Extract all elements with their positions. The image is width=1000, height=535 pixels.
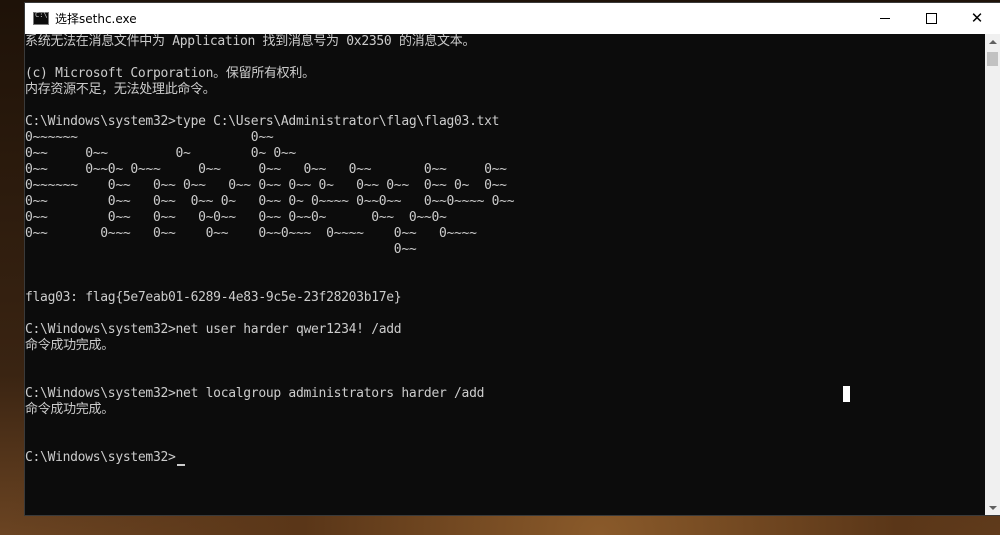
block-cursor — [843, 386, 850, 402]
cmd-icon[interactable] — [33, 11, 49, 25]
close-button[interactable]: ✕ — [954, 3, 1000, 34]
scroll-up-arrow-icon[interactable] — [985, 34, 1000, 49]
console-line: 0~~ — [25, 242, 417, 257]
scroll-thumb[interactable] — [987, 52, 998, 66]
console-line: (c) Microsoft Corporation。保留所有权利。 — [25, 66, 315, 81]
console-line: 0~~ 0~~ 0~ 0~ 0~~ — [25, 146, 296, 161]
console-line: 系统无法在消息文件中为 Application 找到消息号为 0x2350 的消… — [25, 34, 476, 49]
console-line: C:\Windows\system32> — [25, 450, 176, 465]
console-line: C:\Windows\system32>net user harder qwer… — [25, 322, 402, 337]
window-title: 选择sethc.exe — [55, 12, 137, 26]
command-prompt-window[interactable]: 选择sethc.exe ✕ 系统无法在消息文件中为 Application 找到… — [25, 3, 1000, 515]
console-line: C:\Windows\system32>type C:\Users\Admini… — [25, 114, 500, 129]
minimize-button[interactable] — [862, 3, 908, 34]
console-line: 0~~~~~~ 0~~ — [25, 130, 274, 145]
close-icon: ✕ — [970, 9, 984, 27]
maximize-icon — [925, 13, 937, 24]
scroll-down-arrow-icon[interactable] — [985, 500, 1000, 515]
minimize-icon — [880, 18, 890, 19]
console-line: C:\Windows\system32>net localgroup admin… — [25, 386, 485, 401]
console-text: 系统无法在消息文件中为 Application 找到消息号为 0x2350 的消… — [25, 34, 515, 466]
console-line: flag03: flag{5e7eab01-6289-4e83-9c5e-23f… — [25, 290, 402, 305]
console-line: 0~~ 0~~~ 0~~ 0~~ 0~~0~~~ 0~~~~ 0~~ 0~~~~ — [25, 226, 477, 241]
title-bar[interactable]: 选择sethc.exe ✕ — [25, 3, 1000, 34]
console-line: 0~~ 0~~0~ 0~~~ 0~~ 0~~ 0~~ 0~~ 0~~ 0~~ — [25, 162, 507, 177]
console-line: 0~~ 0~~ 0~~ 0~0~~ 0~~ 0~~0~ 0~~ 0~~0~ — [25, 210, 447, 225]
console-line: 0~~~~~~ 0~~ 0~~ 0~~ 0~~ 0~~ 0~~ 0~ 0~~ 0… — [25, 178, 507, 193]
console-output[interactable]: 系统无法在消息文件中为 Application 找到消息号为 0x2350 的消… — [25, 34, 985, 515]
vertical-scrollbar[interactable] — [985, 34, 1000, 515]
maximize-button[interactable] — [908, 3, 954, 34]
console-line: 0~~ 0~~ 0~~ 0~~ 0~ 0~~ 0~ 0~~~~ 0~~0~~ 0… — [25, 194, 515, 209]
console-line: 命令成功完成。 — [25, 338, 114, 353]
console-line: 内存资源不足，无法处理此命令。 — [25, 82, 216, 97]
console-line: 命令成功完成。 — [25, 402, 114, 417]
text-caret — [176, 464, 185, 466]
